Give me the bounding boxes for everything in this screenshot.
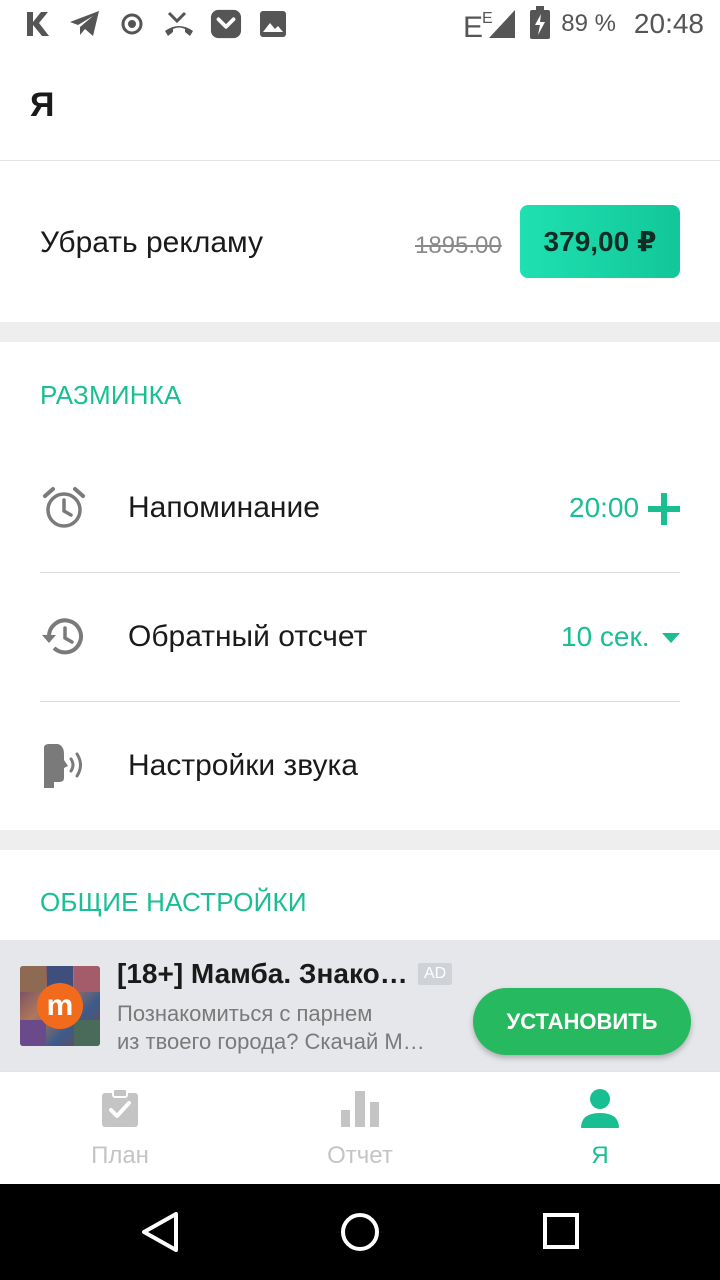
ad-image[interactable]: m (20, 966, 100, 1046)
sound-settings-label: Настройки звука (128, 749, 358, 782)
voice-icon (40, 742, 88, 790)
status-bar: E E 89 % 20:48 (0, 0, 720, 50)
tab-report[interactable]: Отчет (240, 1072, 480, 1185)
bottom-navigation: План Отчет Я (0, 1071, 720, 1184)
app-header: Я (0, 50, 720, 161)
tab-me-label: Я (591, 1142, 609, 1169)
clock: 20:48 (633, 8, 704, 39)
tab-me[interactable]: Я (480, 1072, 720, 1185)
remove-ads-row[interactable]: Убрать рекламу 1895.00 379,00 ₽ (0, 162, 720, 322)
pocket-icon (210, 8, 242, 40)
page-title: Я (30, 86, 55, 124)
svg-text:E: E (482, 10, 493, 27)
section-separator (0, 830, 720, 850)
svg-text:E: E (463, 11, 483, 42)
system-navigation-bar (0, 1184, 720, 1280)
reminder-row[interactable]: Напоминание 20:00 (0, 444, 720, 573)
alarm-clock-icon (40, 484, 88, 532)
telegram-icon (69, 8, 101, 40)
mamba-logo-icon: m (37, 983, 83, 1029)
ad-banner[interactable]: m [18+] Мамба. Знако… AD Познакомиться с… (0, 940, 720, 1071)
sound-settings-row[interactable]: Настройки звука (0, 702, 720, 831)
home-icon[interactable] (338, 1210, 382, 1254)
missed-call-icon (163, 8, 195, 40)
battery-percent: 89 % (561, 10, 616, 37)
section-separator (0, 322, 720, 342)
old-price: 1895.00 (415, 232, 502, 259)
person-icon (580, 1088, 620, 1128)
clipboard-check-icon (100, 1088, 140, 1128)
ad-badge: AD (418, 963, 453, 985)
general-settings-section: ОБЩИЕ НАСТРОЙКИ (0, 850, 720, 940)
remove-ads-label: Убрать рекламу (40, 226, 263, 259)
reminder-time[interactable]: 20:00 (569, 492, 639, 524)
ad-description-line: Познакомиться с парнем (117, 1001, 373, 1026)
history-icon (40, 613, 88, 661)
general-settings-title: ОБЩИЕ НАСТРОЙКИ (40, 887, 307, 917)
dropdown-arrow-icon[interactable] (661, 631, 681, 643)
countdown-value[interactable]: 10 сек. (561, 621, 650, 653)
ad-description-line: из твоего города? Скачай М… (117, 1029, 425, 1054)
signal-icon: E E (463, 6, 519, 44)
tab-plan-label: План (91, 1142, 149, 1169)
image-icon (257, 8, 289, 40)
tab-plan[interactable]: План (0, 1072, 240, 1185)
ad-description[interactable]: Познакомиться с парнем из твоего города?… (117, 1000, 457, 1056)
battery-charging-icon (529, 6, 553, 42)
reminder-label: Напоминание (128, 491, 320, 524)
warmup-section: РАЗМИНКА Напоминание 20:00 Обратный отсч… (0, 342, 720, 830)
system-status: E E 89 % 20:48 (463, 6, 704, 44)
recents-icon[interactable] (540, 1210, 584, 1254)
countdown-label: Обратный отсчет (128, 620, 368, 653)
install-button[interactable]: УСТАНОВИТЬ (473, 988, 691, 1055)
countdown-row[interactable]: Обратный отсчет 10 сек. (0, 573, 720, 702)
record-icon (116, 8, 148, 40)
tab-report-label: Отчет (327, 1142, 393, 1169)
kinopoisk-icon (22, 8, 54, 40)
warmup-section-title: РАЗМИНКА (40, 380, 182, 410)
bar-chart-icon (340, 1088, 380, 1128)
back-icon[interactable] (138, 1210, 182, 1254)
buy-remove-ads-button[interactable]: 379,00 ₽ (520, 205, 680, 278)
ad-title[interactable]: [18+] Мамба. Знако… (117, 958, 408, 990)
add-reminder-icon[interactable] (647, 492, 681, 526)
notification-icons (22, 8, 304, 40)
